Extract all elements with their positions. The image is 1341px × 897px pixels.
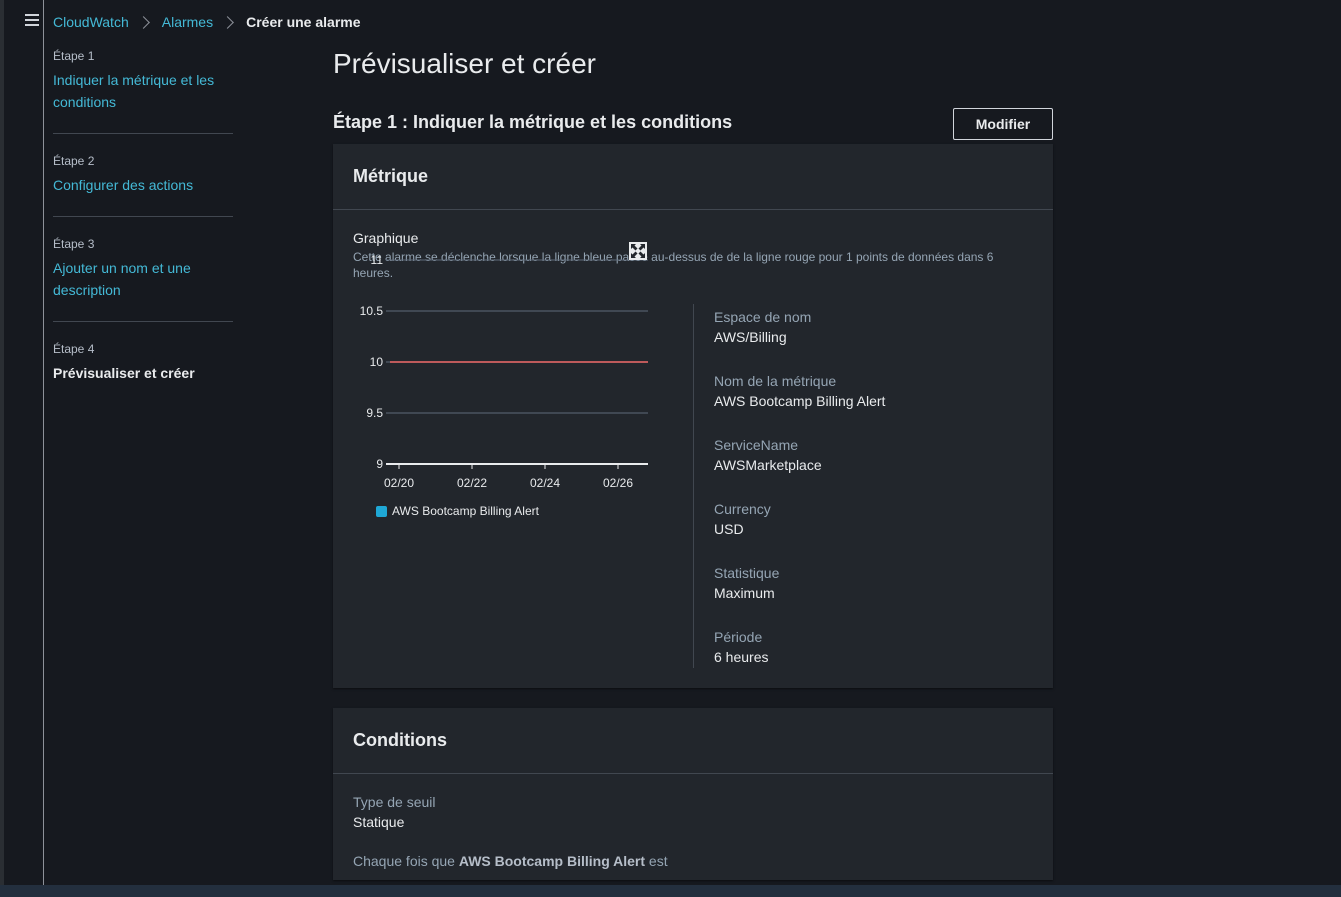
- chart-legend-item[interactable]: AWS Bootcamp Billing Alert: [376, 504, 539, 518]
- nav-menu-strip: [4, 0, 44, 885]
- hamburger-menu-icon[interactable]: [22, 13, 43, 29]
- bottom-bar: [0, 885, 1341, 897]
- condition-metric: AWS Bootcamp Billing Alert: [458, 853, 646, 869]
- y-tick-label: 9: [376, 457, 383, 471]
- wizard-step-2: Étape 2 Configurer des actions: [53, 154, 233, 217]
- page-title: Prévisualiser et créer: [333, 48, 596, 79]
- step-link-metric[interactable]: Indiquer la métrique et les conditions: [53, 69, 233, 113]
- prop-label: Nom de la métrique: [714, 373, 837, 389]
- x-tick-label: 02/22: [457, 476, 487, 490]
- condition-sentence: Chaque fois que AWS Bootcamp Billing Ale…: [353, 853, 1033, 869]
- breadcrumb-cloudwatch[interactable]: CloudWatch: [53, 14, 129, 30]
- metric-card-header: Métrique: [333, 144, 1053, 210]
- metric-card: Métrique Graphique Cette alarme se décle…: [333, 144, 1053, 688]
- x-tick-label: 02/24: [530, 476, 560, 490]
- prop-label: Statistique: [714, 565, 780, 581]
- prop-label: Période: [714, 629, 763, 645]
- app-window: CloudWatch Alarmes Créer une alarme Étap…: [0, 0, 1341, 885]
- prop-currency: Currency USD: [714, 500, 1034, 564]
- x-tick-label: 02/26: [603, 476, 633, 490]
- step-number: Étape 2: [53, 154, 95, 168]
- wizard-step-4: Étape 4 Prévisualiser et créer: [53, 342, 233, 404]
- metric-properties: Espace de nom AWS/Billing Nom de la métr…: [714, 308, 1034, 692]
- legend-label: AWS Bootcamp Billing Alert: [392, 504, 539, 518]
- y-tick-label: 10.5: [360, 304, 384, 318]
- prop-namespace: Espace de nom AWS/Billing: [714, 308, 1034, 372]
- prop-label: Espace de nom: [714, 309, 812, 325]
- wizard-step-3: Étape 3 Ajouter un nom et une descriptio…: [53, 237, 233, 322]
- modify-button[interactable]: Modifier: [953, 108, 1053, 140]
- prop-value: AWSMarketplace: [714, 457, 822, 473]
- chevron-right-icon: [136, 15, 150, 29]
- step-link-actions[interactable]: Configurer des actions: [53, 174, 233, 196]
- wizard-steps: Étape 1 Indiquer la métrique et les cond…: [53, 49, 233, 424]
- chevron-right-icon: [221, 15, 234, 29]
- breadcrumb-current: Créer une alarme: [246, 14, 361, 30]
- y-tick-label: 10: [370, 355, 384, 369]
- breadcrumb: CloudWatch Alarmes Créer une alarme: [53, 12, 361, 32]
- threshold-type-label: Type de seuil: [353, 794, 436, 810]
- condition-suffix: est: [648, 853, 668, 869]
- metric-chart: 11 10.5 10 9.5 9 02/20 02/22 02/24 02/26 AWS Boo…: [353, 234, 663, 534]
- prop-label: ServiceName: [714, 437, 799, 453]
- chart-svg: 11 10.5 10 9.5 902/20 02/22 02/24 02/26: [360, 253, 648, 490]
- threshold-type-value: Statique: [353, 814, 405, 830]
- legend-swatch: [376, 505, 387, 517]
- conditions-card-header: Conditions: [333, 708, 1053, 774]
- prop-service-name: ServiceName AWSMarketplace: [714, 436, 1034, 500]
- y-tick-label: 11: [371, 253, 384, 267]
- prop-period: Période 6 heures: [714, 628, 1034, 692]
- conditions-card-body: Type de seuil Statique Chaque fois que A…: [333, 774, 1053, 889]
- prop-value: AWS/Billing: [714, 329, 787, 345]
- section-title: Étape 1 : Indiquer la métrique et les co…: [333, 112, 733, 132]
- prop-value: Maximum: [714, 585, 775, 601]
- breadcrumb-alarmes[interactable]: Alarmes: [162, 14, 213, 30]
- prop-label: Currency: [714, 501, 771, 517]
- wizard-step-1: Étape 1 Indiquer la métrique et les cond…: [53, 49, 233, 134]
- prop-metric-name: Nom de la métrique AWS Bootcamp Billing …: [714, 372, 1034, 436]
- step-number: Étape 1: [53, 49, 95, 63]
- prop-value: AWS Bootcamp Billing Alert: [714, 393, 886, 409]
- step-number: Étape 3: [53, 237, 95, 251]
- prop-value: 6 heures: [714, 649, 769, 665]
- y-tick-label: 9.5: [366, 406, 383, 420]
- vertical-divider: [693, 304, 694, 668]
- x-tick-label: 02/20: [384, 476, 414, 490]
- expand-icon[interactable]: [628, 241, 648, 261]
- step-link-name[interactable]: Ajouter un nom et une description: [53, 257, 233, 301]
- prop-value: USD: [714, 521, 744, 537]
- step-number: Étape 4: [53, 342, 95, 356]
- condition-prefix: Chaque fois que: [353, 853, 455, 869]
- conditions-card: Conditions Type de seuil Statique Chaque…: [333, 708, 1053, 880]
- prop-statistic: Statistique Maximum: [714, 564, 1034, 628]
- step-current-preview: Prévisualiser et créer: [53, 365, 195, 381]
